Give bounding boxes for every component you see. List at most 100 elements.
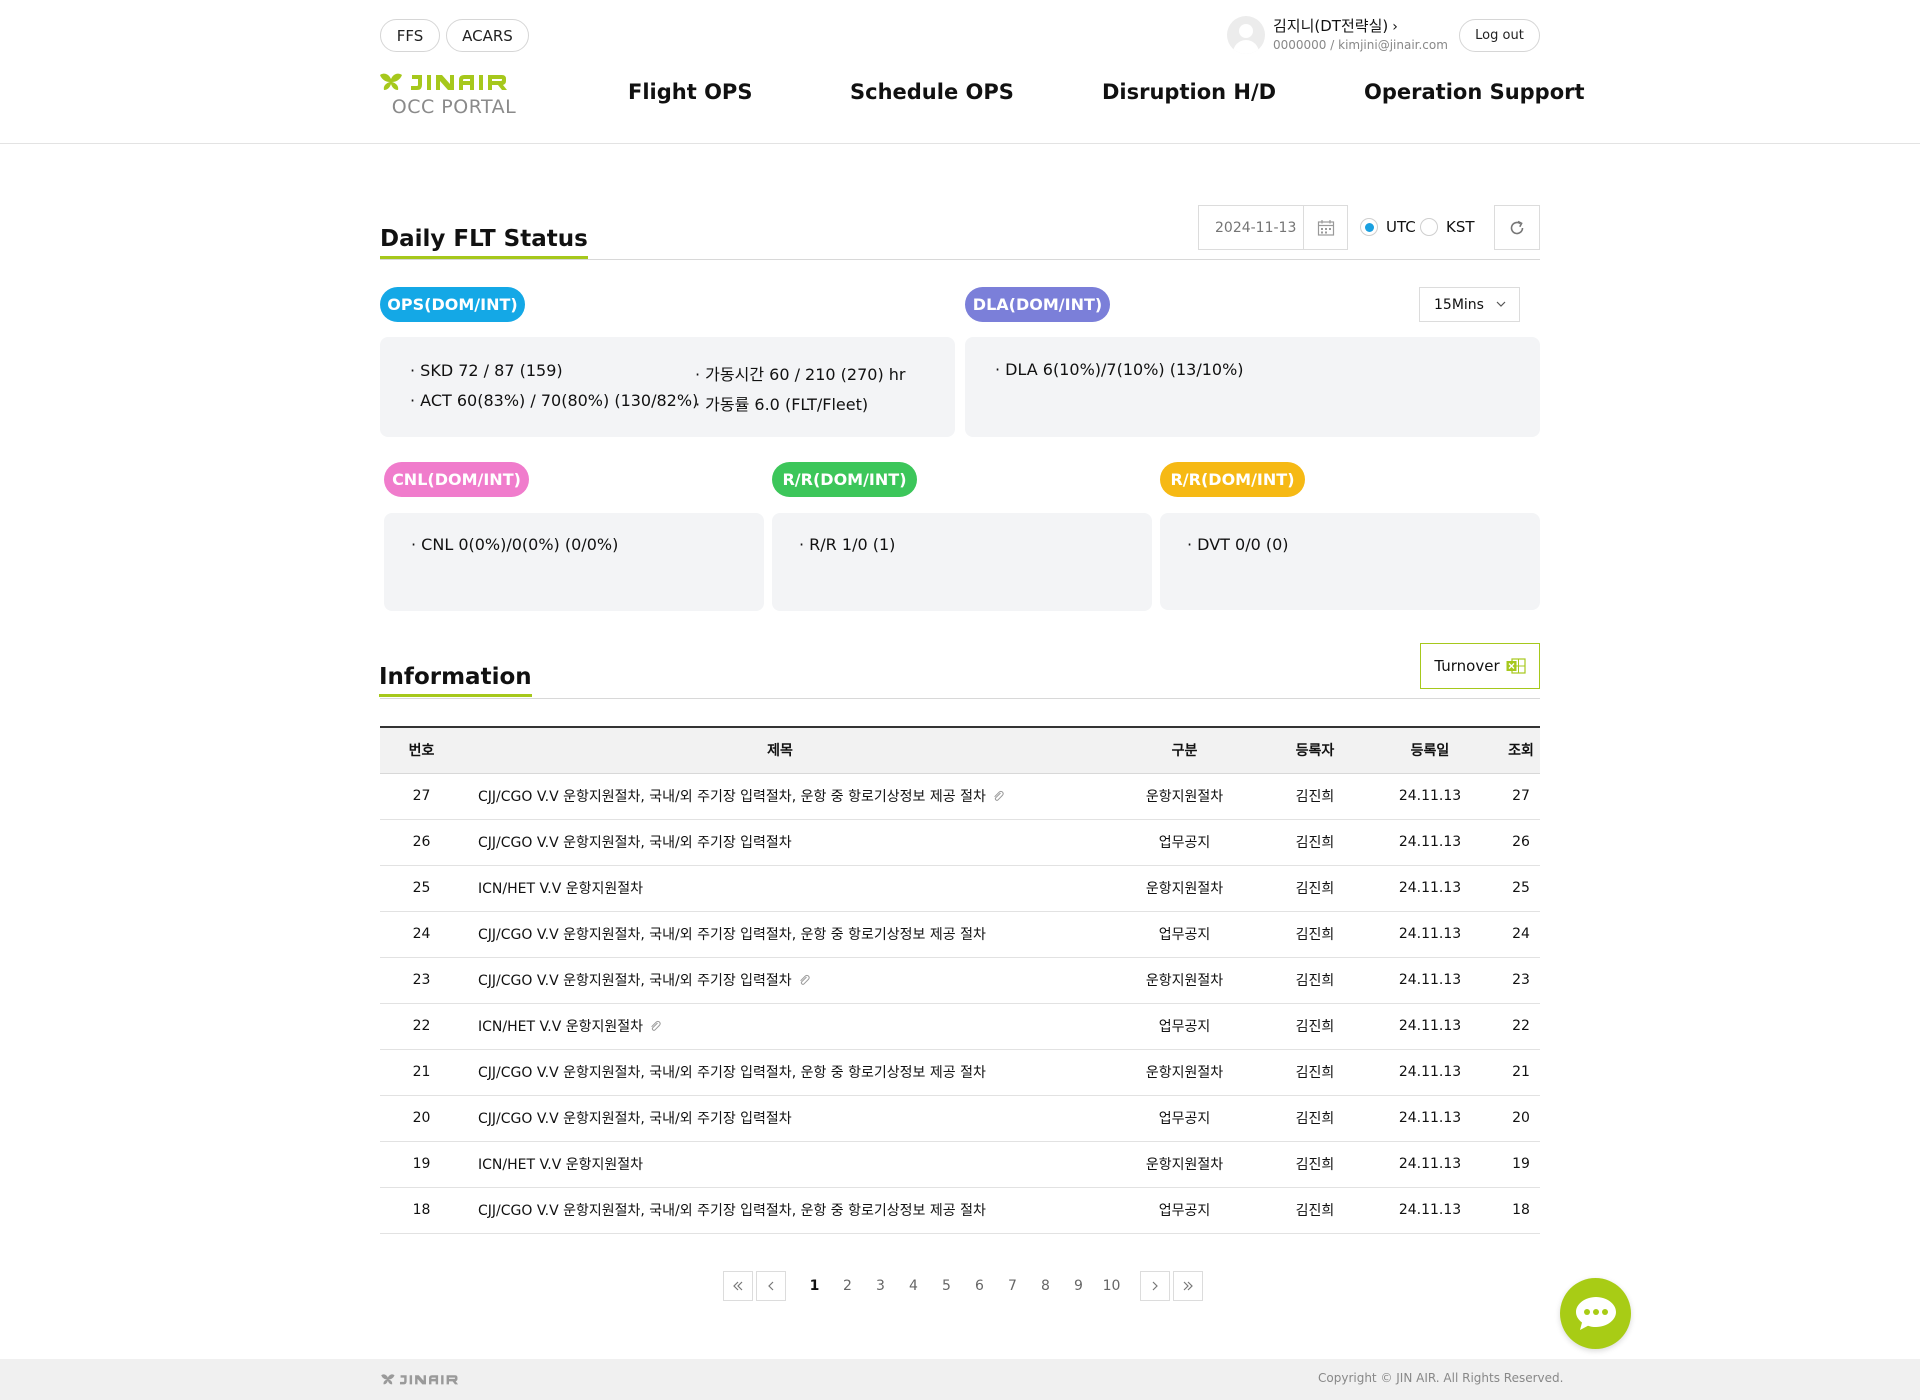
- first-page-button[interactable]: [723, 1271, 753, 1301]
- row-date-text: 24.11.13: [1398, 972, 1462, 988]
- logout-button[interactable]: Log out: [1459, 19, 1540, 52]
- radio-utc-label: UTC: [1386, 218, 1416, 236]
- table-row[interactable]: 22 ICN/HET V.V 운항지원절차 업무공지 김진희 24.11.13 22: [380, 1003, 1540, 1050]
- nav-flight-ops[interactable]: Flight OPS: [628, 80, 752, 104]
- pagination: 1 2 3 4 5 6 7 8 9 10: [723, 1271, 1203, 1301]
- section-divider: [380, 259, 1540, 260]
- row-views-text: 21: [1512, 1064, 1530, 1080]
- row-number-text: 26: [412, 834, 431, 850]
- row-title[interactable]: ICN/HET V.V 운항지원절차: [463, 1003, 1097, 1050]
- row-views-text: 27: [1512, 788, 1530, 804]
- nav-disruption-hd[interactable]: Disruption H/D: [1102, 80, 1276, 104]
- row-date-text: 24.11.13: [1398, 1064, 1462, 1080]
- acars-button[interactable]: ACARS: [446, 19, 529, 52]
- ops-card: · SKD 72 / 87 (159) · ACT 60(83%) / 70(8…: [380, 337, 955, 437]
- table-row[interactable]: 20 CJJ/CGO V.V 운항지원절차, 국내/외 주기장 입력절차 업무공지 김…: [380, 1095, 1540, 1142]
- rr-badge: R/R(DOM/INT): [772, 462, 917, 497]
- cnl-badge: CNL(DOM/INT): [384, 462, 529, 497]
- radio-kst[interactable]: KST: [1420, 218, 1475, 236]
- row-category: 운항지원절차: [1097, 773, 1272, 820]
- row-number-text: 21: [412, 1064, 431, 1080]
- ffs-button[interactable]: FFS: [380, 19, 440, 52]
- jinair-logo[interactable]: OCC PORTAL: [378, 70, 530, 118]
- row-title[interactable]: CJJ/CGO V.V 운항지원절차, 국내/외 주기장 입력절차, 운항 중 …: [463, 1187, 1097, 1234]
- attachment-icon: [649, 1020, 662, 1037]
- page-5[interactable]: 5: [930, 1271, 963, 1301]
- chevron-left-icon: [768, 1281, 774, 1291]
- page-6[interactable]: 6: [963, 1271, 996, 1301]
- page-8[interactable]: 8: [1029, 1271, 1062, 1301]
- interval-select[interactable]: 15Mins: [1419, 287, 1520, 322]
- row-number: 27: [380, 773, 463, 820]
- row-date: 24.11.13: [1358, 865, 1502, 912]
- row-category-text: 운항지원절차: [1145, 1065, 1224, 1081]
- row-category-text: 업무공지: [1158, 1019, 1211, 1035]
- table-row[interactable]: 25 ICN/HET V.V 운항지원절차 운항지원절차 김진희 24.11.13 25: [380, 865, 1540, 912]
- user-name-link[interactable]: 김지니(DT전략실) ›: [1273, 15, 1398, 36]
- row-date: 24.11.13: [1358, 957, 1502, 1004]
- row-date-text: 24.11.13: [1398, 1018, 1462, 1034]
- next-page-button[interactable]: [1140, 1271, 1170, 1301]
- dvt-badge: R/R(DOM/INT): [1160, 462, 1305, 497]
- avatar: [1227, 16, 1265, 54]
- radio-utc[interactable]: UTC: [1360, 218, 1416, 236]
- nav-schedule-ops[interactable]: Schedule OPS: [850, 80, 1014, 104]
- row-title[interactable]: CJJ/CGO V.V 운항지원절차, 국내/외 주기장 입력절차: [463, 819, 1097, 866]
- refresh-button[interactable]: [1494, 205, 1540, 250]
- nav-operation-support[interactable]: Operation Support: [1364, 80, 1585, 104]
- table-row[interactable]: 27 CJJ/CGO V.V 운항지원절차, 국내/외 주기장 입력절차, 운항 …: [380, 773, 1540, 820]
- row-title[interactable]: CJJ/CGO V.V 운항지원절차, 국내/외 주기장 입력절차: [463, 957, 1097, 1004]
- row-category: 업무공지: [1097, 819, 1272, 866]
- cnl-value: · CNL 0(0%)/0(0%) (0/0%): [411, 535, 619, 554]
- row-title[interactable]: ICN/HET V.V 운항지원절차: [463, 865, 1097, 912]
- page-2[interactable]: 2: [831, 1271, 864, 1301]
- table-row[interactable]: 26 CJJ/CGO V.V 운항지원절차, 국내/외 주기장 입력절차 업무공지 김…: [380, 819, 1540, 866]
- row-author: 김진희: [1272, 911, 1358, 958]
- row-author-text: 김진희: [1295, 1065, 1335, 1081]
- page-9[interactable]: 9: [1062, 1271, 1095, 1301]
- page-4[interactable]: 4: [897, 1271, 930, 1301]
- ops-badge: OPS(DOM/INT): [380, 287, 525, 322]
- row-title[interactable]: CJJ/CGO V.V 운항지원절차, 국내/외 주기장 입력절차, 운항 중 …: [463, 1049, 1097, 1096]
- last-page-button[interactable]: [1173, 1271, 1203, 1301]
- page-10[interactable]: 10: [1095, 1271, 1128, 1301]
- turnover-button[interactable]: Turnover: [1420, 643, 1540, 689]
- row-author: 김진희: [1272, 773, 1358, 820]
- row-title[interactable]: CJJ/CGO V.V 운항지원절차, 국내/외 주기장 입력절차, 운항 중 …: [463, 773, 1097, 820]
- row-title-text: ICN/HET V.V 운항지원절차: [478, 1018, 643, 1035]
- row-date: 24.11.13: [1358, 1141, 1502, 1188]
- row-date-text: 24.11.13: [1398, 1110, 1462, 1126]
- table-row[interactable]: 18 CJJ/CGO V.V 운항지원절차, 국내/외 주기장 입력절차, 운항 …: [380, 1187, 1540, 1234]
- calendar-button[interactable]: [1303, 206, 1347, 249]
- page-7[interactable]: 7: [996, 1271, 1029, 1301]
- date-input[interactable]: [1199, 206, 1305, 249]
- rr-card: · R/R 1/0 (1): [772, 513, 1152, 611]
- table-row[interactable]: 23 CJJ/CGO V.V 운항지원절차, 국내/외 주기장 입력절차 운항지원절…: [380, 957, 1540, 1004]
- row-title-text: CJJ/CGO V.V 운항지원절차, 국내/외 주기장 입력절차, 운항 중 …: [478, 927, 986, 943]
- page-3[interactable]: 3: [864, 1271, 897, 1301]
- dvt-value: · DVT 0/0 (0): [1187, 535, 1289, 554]
- row-views: 22: [1502, 1003, 1540, 1050]
- row-category-text: 업무공지: [1158, 927, 1211, 943]
- table-row[interactable]: 19 ICN/HET V.V 운항지원절차 운항지원절차 김진희 24.11.13 19: [380, 1141, 1540, 1188]
- row-date: 24.11.13: [1358, 773, 1502, 820]
- table-row[interactable]: 24 CJJ/CGO V.V 운항지원절차, 국내/외 주기장 입력절차, 운항 …: [380, 911, 1540, 958]
- row-title-text: CJJ/CGO V.V 운항지원절차, 국내/외 주기장 입력절차, 운항 중 …: [478, 788, 986, 805]
- row-author-text: 김진희: [1295, 1111, 1335, 1127]
- row-number: 21: [380, 1049, 463, 1096]
- row-author-text: 김진희: [1295, 789, 1335, 805]
- row-number: 20: [380, 1095, 463, 1142]
- prev-page-button[interactable]: [756, 1271, 786, 1301]
- row-title[interactable]: CJJ/CGO V.V 운항지원절차, 국내/외 주기장 입력절차: [463, 1095, 1097, 1142]
- footer-jinair-logo: [380, 1372, 472, 1391]
- page-1[interactable]: 1: [798, 1271, 831, 1301]
- row-title[interactable]: ICN/HET V.V 운항지원절차: [463, 1141, 1097, 1188]
- row-title[interactable]: CJJ/CGO V.V 운항지원절차, 국내/외 주기장 입력절차, 운항 중 …: [463, 911, 1097, 958]
- table-row[interactable]: 21 CJJ/CGO V.V 운항지원절차, 국내/외 주기장 입력절차, 운항 …: [380, 1049, 1540, 1096]
- double-chevron-right-icon: [1183, 1281, 1193, 1291]
- row-title-text: CJJ/CGO V.V 운항지원절차, 국내/외 주기장 입력절차: [478, 1111, 792, 1127]
- chat-button[interactable]: [1560, 1278, 1631, 1349]
- row-date-text: 24.11.13: [1398, 880, 1462, 896]
- row-author: 김진희: [1272, 865, 1358, 912]
- interval-value: 15Mins: [1434, 296, 1484, 313]
